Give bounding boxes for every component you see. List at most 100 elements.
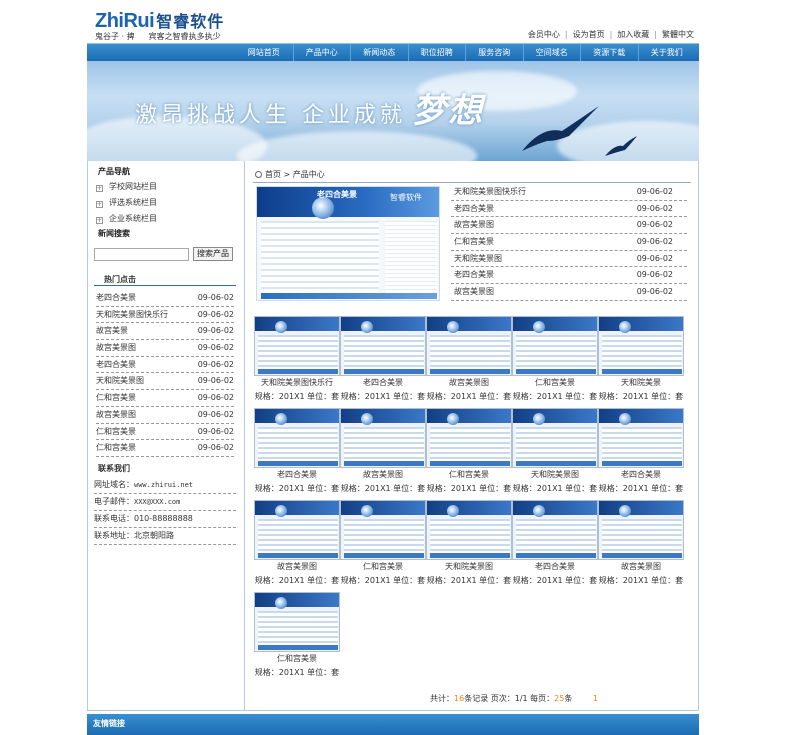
product-name[interactable]: 故宫美景图	[254, 560, 340, 574]
search-button[interactable]: 搜索产品	[193, 247, 233, 261]
product-name[interactable]: 天和院美景	[598, 376, 684, 390]
product-name[interactable]: 天和院美景图	[426, 560, 512, 574]
product-thumbnail[interactable]	[340, 500, 426, 560]
expand-icon[interactable]: +	[96, 217, 103, 224]
list-item[interactable]: 仁和宫美景 09-06-02	[96, 440, 234, 457]
item-title[interactable]: 仁和宫美景	[96, 424, 136, 440]
nav-item-domains[interactable]: 空间域名	[522, 44, 581, 62]
item-title[interactable]: 天和院美景图快乐行	[96, 307, 168, 323]
contact-value[interactable]: XXX@XXX.com	[134, 498, 180, 506]
list-item[interactable]: 故宫美景图 09-06-02	[451, 284, 687, 301]
list-item[interactable]: 老四合美景 09-06-02	[451, 267, 687, 285]
item-title[interactable]: 天和院美景图	[454, 251, 502, 267]
list-item[interactable]: 故宫美景 09-06-02	[96, 323, 234, 341]
tree-item[interactable]: + 评选系统栏目	[96, 195, 244, 211]
product-name[interactable]: 天和院美景图	[512, 468, 598, 482]
list-item[interactable]: 仁和宫美景 09-06-02	[96, 424, 234, 441]
item-date: 09-06-02	[636, 287, 673, 297]
product-name[interactable]: 老四合美景	[512, 560, 598, 574]
traditional-chinese-link[interactable]: 繁體中文	[657, 30, 699, 39]
product-thumbnail[interactable]	[426, 408, 512, 468]
contact-value[interactable]: www.zhirui.net	[134, 481, 193, 489]
nav-item-about[interactable]: 关于我们	[637, 44, 696, 62]
list-item[interactable]: 老四合美景 09-06-02	[451, 201, 687, 218]
set-homepage-link[interactable]: 设为首页	[568, 30, 610, 39]
contact-title: 联系我们	[98, 463, 130, 473]
product-thumbnail[interactable]	[512, 500, 598, 560]
list-item[interactable]: 老四合美景 09-06-02	[96, 290, 234, 307]
tree-item[interactable]: + 学校网站栏目	[96, 179, 244, 195]
list-item[interactable]: 老四合美景 09-06-02	[96, 357, 234, 374]
expand-icon[interactable]: +	[96, 185, 103, 192]
product-name[interactable]: 老四合美景	[254, 468, 340, 482]
item-title[interactable]: 老四合美景	[96, 357, 136, 373]
contact-value: 010-88888888	[134, 513, 193, 523]
nav-item-jobs[interactable]: 职位招聘	[407, 44, 466, 62]
nav-item-downloads[interactable]: 资源下载	[580, 44, 638, 62]
product-card: 天和院美景 规格：201X1 单位：套	[598, 316, 684, 404]
search-input[interactable]	[94, 247, 189, 261]
product-thumbnail[interactable]	[598, 316, 684, 376]
product-name[interactable]: 仁和宫美景	[512, 376, 598, 390]
product-thumbnail[interactable]	[254, 408, 340, 468]
product-thumbnail[interactable]	[254, 592, 340, 652]
product-thumbnail[interactable]	[426, 316, 512, 376]
list-item[interactable]: 故宫美景图 09-06-02	[96, 340, 234, 357]
logo[interactable]: ZhiRui 智睿软件	[95, 8, 224, 33]
item-title[interactable]: 故宫美景	[96, 323, 128, 339]
featured-product-image[interactable]: 老四合美景 智睿软件	[256, 186, 440, 301]
list-item[interactable]: 天和院美景图快乐行 09-06-02	[96, 307, 234, 324]
add-favorite-link[interactable]: 加入收藏	[612, 30, 654, 39]
product-name[interactable]: 故宫美景图	[426, 376, 512, 390]
item-title[interactable]: 故宫美景图	[96, 407, 136, 423]
product-thumbnail[interactable]	[254, 316, 340, 376]
expand-icon[interactable]: +	[96, 201, 103, 208]
product-name[interactable]: 仁和宫美景	[254, 652, 340, 666]
list-item[interactable]: 天和院美景图快乐行 09-06-02	[451, 184, 687, 201]
item-title[interactable]: 天和院美景图快乐行	[454, 184, 526, 200]
product-thumbnail[interactable]	[512, 316, 598, 376]
member-center-link[interactable]: 会员中心	[523, 30, 565, 39]
product-name[interactable]: 故宫美景图	[340, 468, 426, 482]
nav-item-products[interactable]: 产品中心	[292, 44, 351, 62]
list-item[interactable]: 故宫美景图 09-06-02	[96, 407, 234, 424]
product-name[interactable]: 故宫美景图	[598, 560, 684, 574]
list-item[interactable]: 仁和宫美景 09-06-02	[451, 234, 687, 251]
item-title[interactable]: 仁和宫美景	[96, 440, 136, 456]
product-name[interactable]: 天和院美景图快乐行	[254, 376, 340, 390]
item-title[interactable]: 老四合美景	[454, 201, 494, 217]
list-item[interactable]: 仁和宫美景 09-06-02	[96, 390, 234, 407]
tree-item-label: 企业系统栏目	[109, 214, 157, 223]
product-name[interactable]: 仁和宫美景	[426, 468, 512, 482]
item-title[interactable]: 仁和宫美景	[96, 390, 136, 406]
nav-item-service[interactable]: 服务咨询	[465, 44, 523, 62]
list-item[interactable]: 天和院美景图 09-06-02	[451, 251, 687, 268]
nav-item-home[interactable]: 网站首页	[235, 44, 293, 62]
product-thumbnail[interactable]	[340, 316, 426, 376]
product-thumbnail[interactable]	[512, 408, 598, 468]
product-name[interactable]: 老四合美景	[598, 468, 684, 482]
product-thumbnail[interactable]	[598, 500, 684, 560]
item-title[interactable]: 故宫美景图	[454, 284, 494, 300]
contact-label: 联系电话：	[94, 513, 134, 523]
breadcrumb-text[interactable]: 首页 > 产品中心	[265, 170, 325, 179]
product-thumbnail[interactable]	[254, 500, 340, 560]
item-title[interactable]: 老四合美景	[96, 290, 136, 306]
product-thumbnail[interactable]	[598, 408, 684, 468]
list-item[interactable]: 故宫美景图 09-06-02	[451, 217, 687, 235]
tree-item[interactable]: + 企业系统栏目	[96, 211, 244, 227]
nav-item-news[interactable]: 新闻动态	[350, 44, 408, 62]
page-link-current[interactable]: 1	[593, 694, 598, 703]
product-card: 故宫美景图 规格：201X1 单位：套	[254, 500, 340, 588]
item-title[interactable]: 天和院美景图	[96, 373, 144, 389]
list-item[interactable]: 天和院美景图 09-06-02	[96, 373, 234, 391]
product-thumbnail[interactable]	[340, 408, 426, 468]
left-sidebar: 产品导航 + 学校网站栏目 + 评选系统栏目 + 企业系统栏目 新闻搜索 搜索产品 热…	[87, 161, 245, 711]
item-title[interactable]: 故宫美景图	[96, 340, 136, 356]
product-thumbnail[interactable]	[426, 500, 512, 560]
item-title[interactable]: 故宫美景图	[454, 217, 494, 233]
item-title[interactable]: 仁和宫美景	[454, 234, 494, 250]
item-title[interactable]: 老四合美景	[454, 267, 494, 283]
product-name[interactable]: 老四合美景	[340, 376, 426, 390]
product-name[interactable]: 仁和宫美景	[340, 560, 426, 574]
